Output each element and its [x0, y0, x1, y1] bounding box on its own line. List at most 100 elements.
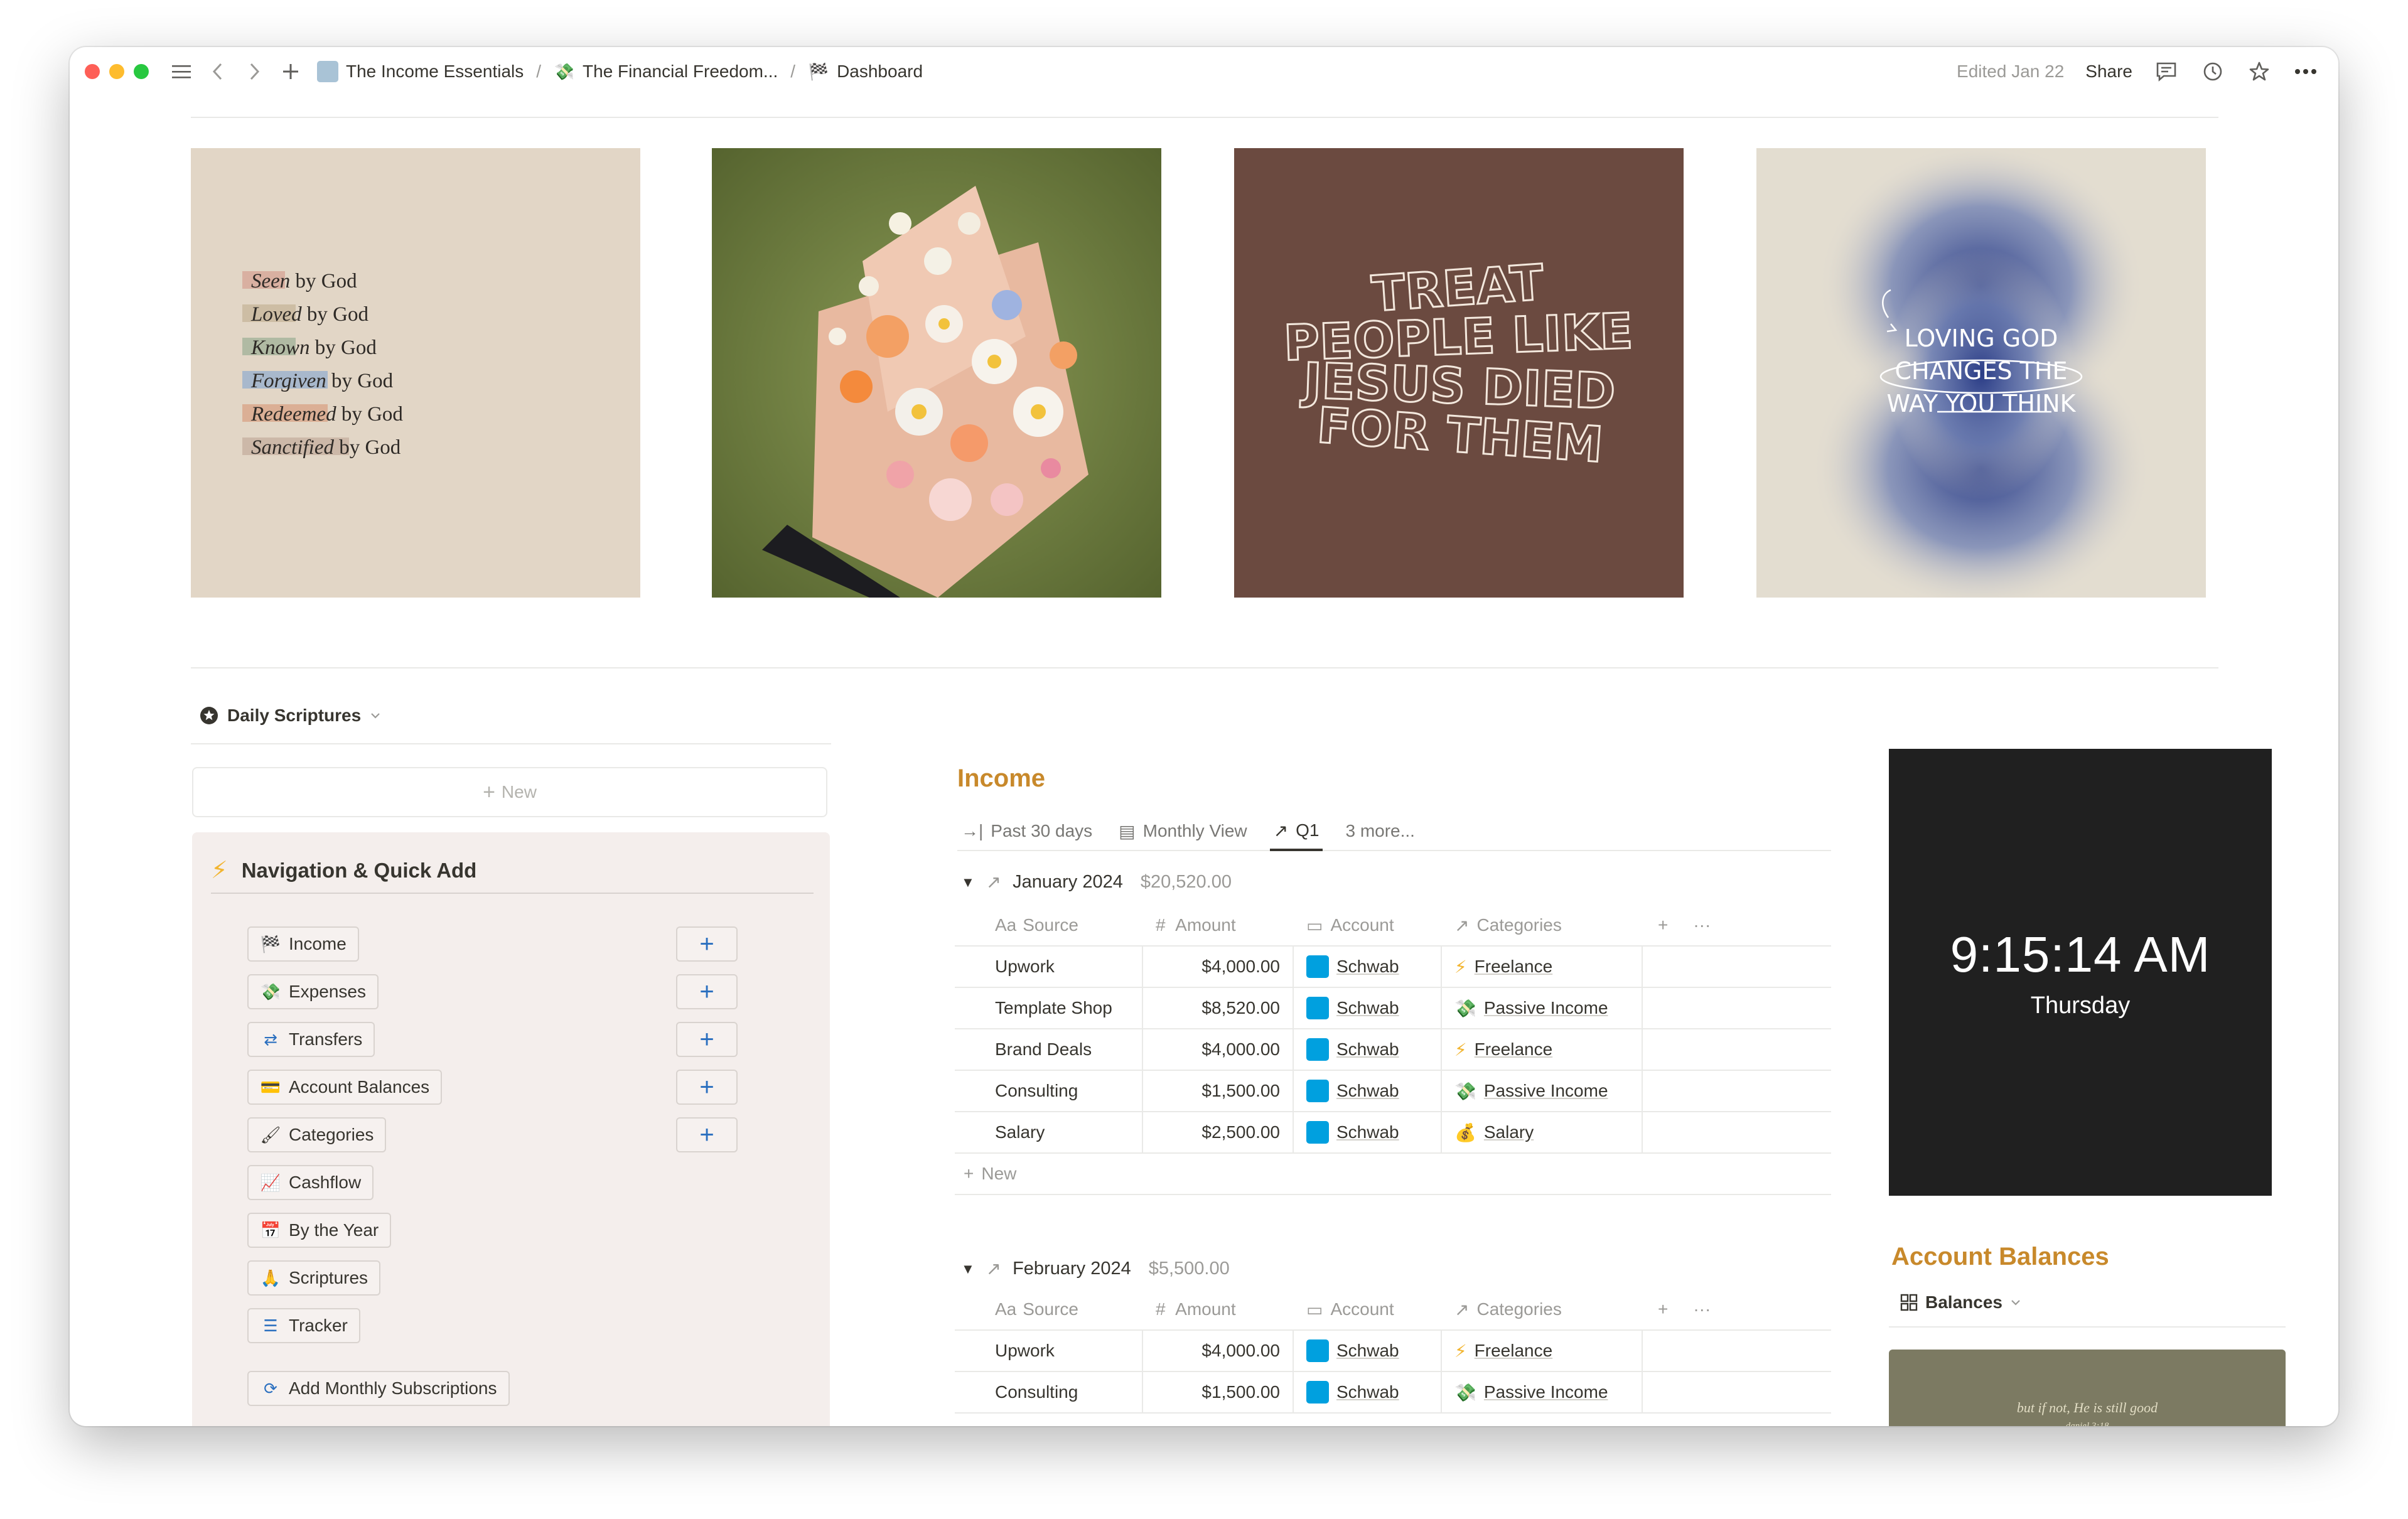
window-controls: [85, 64, 149, 79]
nav-button-transfers[interactable]: ⇄ Transfers: [247, 1022, 375, 1057]
quick-add-expense-button[interactable]: +: [676, 974, 738, 1009]
column-header-amount[interactable]: # Amount: [1143, 1289, 1294, 1329]
nav-button-income[interactable]: 🏁 Income: [247, 926, 359, 962]
add-column-plus-icon[interactable]: +: [1658, 1299, 1668, 1319]
comments-icon[interactable]: [2154, 59, 2179, 84]
nav-button-account-balances[interactable]: 💳 Account Balances: [247, 1070, 443, 1105]
account-balance-card[interactable]: but if not, He is still good daniel 3:18: [1889, 1350, 2286, 1426]
quick-add-category-button[interactable]: +: [676, 1117, 738, 1152]
quick-add-account-balance-button[interactable]: +: [676, 1070, 738, 1105]
cell-account[interactable]: Schwab: [1294, 1112, 1442, 1152]
more-options-icon[interactable]: ···: [1693, 915, 1711, 935]
add-new-row-button[interactable]: + New: [955, 1154, 1831, 1195]
table-header-row: Aa Source # Amount ▭ Account ↗ Categories +…: [955, 905, 1831, 947]
cell-amount[interactable]: $4,000.00: [1143, 1331, 1294, 1371]
number-type-icon: #: [1156, 915, 1166, 935]
table-row[interactable]: Upwork $4,000.00 Schwab ⚡ Freelance: [955, 947, 1831, 988]
maximize-window-button[interactable]: [134, 64, 149, 79]
quick-add-transfer-button[interactable]: +: [676, 1022, 738, 1057]
table-row[interactable]: Consulting $1,500.00 Schwab 💸 Passive Income: [955, 1071, 1831, 1112]
lightning-icon: ⚡: [1454, 957, 1467, 977]
back-arrow-icon[interactable]: [205, 59, 230, 84]
table-row[interactable]: Consulting $1,500.00 Schwab 💸 Passive Income: [955, 1372, 1831, 1414]
breadcrumb-item-financial-freedom[interactable]: 💸 The Financial Freedom...: [550, 58, 782, 85]
table-row[interactable]: Upwork $4,000.00 Schwab ⚡ Freelance: [955, 1331, 1831, 1372]
more-options-icon[interactable]: ···: [1693, 1299, 1711, 1319]
table-header-row: Aa Source # Amount ▭ Account ↗ Categories +…: [955, 1289, 1831, 1331]
more-options-icon[interactable]: [2293, 59, 2318, 84]
breadcrumb-item-income-essentials[interactable]: The Income Essentials: [313, 58, 527, 85]
nav-button-cashflow[interactable]: 📈 Cashflow: [247, 1165, 374, 1200]
column-header-amount[interactable]: # Amount: [1143, 905, 1294, 945]
checkered-flag-icon: 🏁: [808, 62, 829, 81]
subscriptions-icon: ⟳: [264, 1378, 277, 1398]
tab-q1[interactable]: ↗ Q1: [1269, 812, 1323, 851]
group-header-february[interactable]: ▼ ↗ February 2024 $5,500.00: [961, 1258, 1230, 1280]
breadcrumb-item-dashboard[interactable]: 🏁 Dashboard: [804, 58, 927, 85]
paintbrush-icon: 🖌: [260, 1125, 281, 1144]
table-row[interactable]: Salary $2,500.00 Schwab 💰 Salary: [955, 1112, 1831, 1154]
toggle-triangle-icon[interactable]: ▼: [961, 874, 975, 891]
nav-button-scriptures[interactable]: 🙏 Scriptures: [247, 1260, 381, 1296]
cell-amount[interactable]: $4,000.00: [1143, 1029, 1294, 1070]
column-header-source[interactable]: Aa Source: [955, 1289, 1143, 1329]
nav-button-tracker[interactable]: ☰ Tracker: [247, 1308, 360, 1343]
toggle-triangle-icon[interactable]: ▼: [961, 1261, 975, 1277]
cell-source[interactable]: Template Shop: [955, 988, 1143, 1028]
nav-button-by-the-year[interactable]: 📅 By the Year: [247, 1213, 392, 1248]
cell-account[interactable]: Schwab: [1294, 947, 1442, 987]
cell-source[interactable]: Upwork: [955, 1331, 1143, 1371]
cell-account[interactable]: Schwab: [1294, 1029, 1442, 1070]
favorite-star-icon[interactable]: [2247, 59, 2272, 84]
cell-categories[interactable]: 💸 Passive Income: [1442, 1071, 1643, 1111]
nav-button-categories[interactable]: 🖌 Categories: [247, 1117, 387, 1152]
balances-view-tab[interactable]: Balances: [1900, 1292, 2021, 1312]
tab-monthly-view[interactable]: ▤ Monthly View: [1115, 812, 1250, 851]
cell-categories[interactable]: ⚡ Freelance: [1442, 947, 1643, 987]
daily-scriptures-new-button[interactable]: + New: [192, 767, 827, 817]
cell-source[interactable]: Upwork: [955, 947, 1143, 987]
cell-categories[interactable]: ⚡ Freelance: [1442, 1029, 1643, 1070]
column-header-categories[interactable]: ↗ Categories: [1442, 905, 1643, 945]
tab-more-views[interactable]: 3 more...: [1341, 812, 1418, 851]
quick-add-income-button[interactable]: +: [676, 926, 738, 962]
column-header-source[interactable]: Aa Source: [955, 905, 1143, 945]
cell-categories[interactable]: 💰 Salary: [1442, 1112, 1643, 1152]
column-header-categories[interactable]: ↗ Categories: [1442, 1289, 1643, 1329]
share-button[interactable]: Share: [2085, 62, 2132, 82]
cell-source[interactable]: Consulting: [955, 1372, 1143, 1412]
new-page-plus-icon[interactable]: [278, 59, 303, 84]
cell-source[interactable]: Salary: [955, 1112, 1143, 1152]
title-bar: The Income Essentials / 💸 The Financial …: [70, 47, 2338, 96]
scripture-line: Loved by God: [250, 303, 368, 326]
cell-account[interactable]: Schwab: [1294, 1372, 1442, 1412]
nav-button-expenses[interactable]: 💸 Expenses: [247, 974, 379, 1009]
add-column-plus-icon[interactable]: +: [1658, 915, 1668, 935]
close-window-button[interactable]: [85, 64, 100, 79]
cell-account[interactable]: Schwab: [1294, 1071, 1442, 1111]
cell-amount[interactable]: $1,500.00: [1143, 1372, 1294, 1412]
cell-amount[interactable]: $2,500.00: [1143, 1112, 1294, 1152]
add-monthly-subscriptions-button[interactable]: ⟳ Add Monthly Subscriptions: [247, 1371, 510, 1406]
cell-amount[interactable]: $8,520.00: [1143, 988, 1294, 1028]
cell-amount[interactable]: $1,500.00: [1143, 1071, 1294, 1111]
tab-past-30-days[interactable]: →| Past 30 days: [957, 812, 1096, 851]
table-row[interactable]: Template Shop $8,520.00 Schwab 💸 Passive Inc…: [955, 988, 1831, 1029]
cell-categories[interactable]: ⚡ Freelance: [1442, 1331, 1643, 1371]
minimize-window-button[interactable]: [109, 64, 124, 79]
cell-account[interactable]: Schwab: [1294, 988, 1442, 1028]
forward-arrow-icon[interactable]: [242, 59, 267, 84]
cell-account[interactable]: Schwab: [1294, 1331, 1442, 1371]
table-row[interactable]: Brand Deals $4,000.00 Schwab ⚡ Freelance: [955, 1029, 1831, 1071]
column-header-account[interactable]: ▭ Account: [1294, 1289, 1442, 1329]
cell-amount[interactable]: $4,000.00: [1143, 947, 1294, 987]
cell-categories[interactable]: 💸 Passive Income: [1442, 988, 1643, 1028]
cell-categories[interactable]: 💸 Passive Income: [1442, 1372, 1643, 1412]
sidebar-menu-icon[interactable]: [169, 59, 194, 84]
cell-source[interactable]: Brand Deals: [955, 1029, 1143, 1070]
cell-source[interactable]: Consulting: [955, 1071, 1143, 1111]
column-header-account[interactable]: ▭ Account: [1294, 905, 1442, 945]
group-header-january[interactable]: ▼ ↗ January 2024 $20,520.00: [961, 871, 1232, 893]
daily-scriptures-view-tab[interactable]: Daily Scriptures: [200, 706, 381, 726]
history-clock-icon[interactable]: [2200, 59, 2225, 84]
